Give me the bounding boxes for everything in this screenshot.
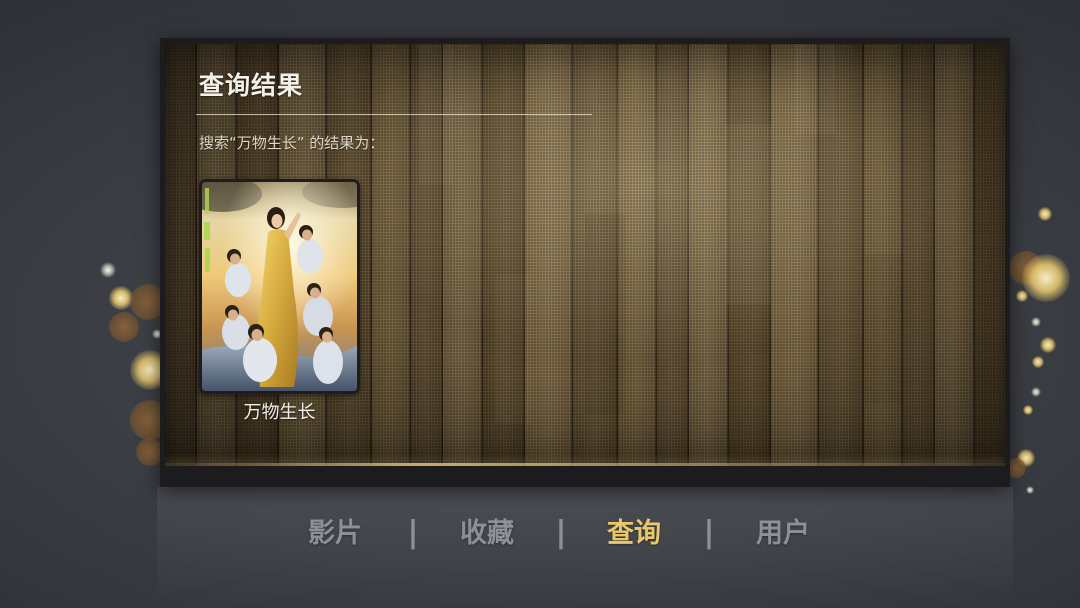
result-title: 万物生长 — [243, 402, 316, 423]
wood-panel: 查询结果 搜索“万物生长” 的结果为： 万物生长 — [165, 44, 1005, 466]
nav-separator: | — [703, 515, 715, 550]
nav-item-favorites[interactable]: 收藏 — [447, 518, 527, 550]
poster-frame — [199, 179, 360, 394]
bokeh-light — [1022, 254, 1070, 302]
bokeh-light — [1016, 290, 1028, 302]
title-divider — [196, 114, 592, 115]
nav-item-search[interactable]: 查询 — [594, 518, 674, 550]
wood-plank — [585, 214, 625, 414]
bokeh-light — [100, 262, 116, 278]
bokeh-light — [1040, 337, 1056, 353]
nav-item-movies[interactable]: 影片 — [295, 518, 375, 550]
nav-separator: | — [407, 515, 419, 550]
page-title: 查询结果 — [199, 71, 304, 100]
nav-background-band — [157, 487, 1013, 608]
bokeh-light — [1031, 387, 1041, 397]
wood-plank — [795, 44, 835, 134]
bokeh-light — [1032, 356, 1044, 368]
wood-plank — [725, 124, 771, 304]
bokeh-light — [1026, 486, 1034, 494]
panel-bottom-glow — [165, 463, 1005, 466]
bokeh-light — [109, 312, 139, 342]
wood-plank — [495, 274, 531, 424]
nav-item-user[interactable]: 用户 — [743, 518, 823, 550]
search-summary: 搜索“万物生长” 的结果为： — [199, 134, 385, 152]
bokeh-light — [1031, 317, 1041, 327]
result-card[interactable]: 万物生长 — [199, 179, 360, 424]
wood-plank — [865, 254, 903, 404]
bokeh-light — [1023, 405, 1033, 415]
search-results-panel: 查询结果 搜索“万物生长” 的结果为： 万物生长 — [160, 38, 1010, 487]
movie-poster — [202, 182, 357, 391]
bokeh-light — [1038, 207, 1052, 221]
nav-separator: | — [555, 515, 567, 550]
